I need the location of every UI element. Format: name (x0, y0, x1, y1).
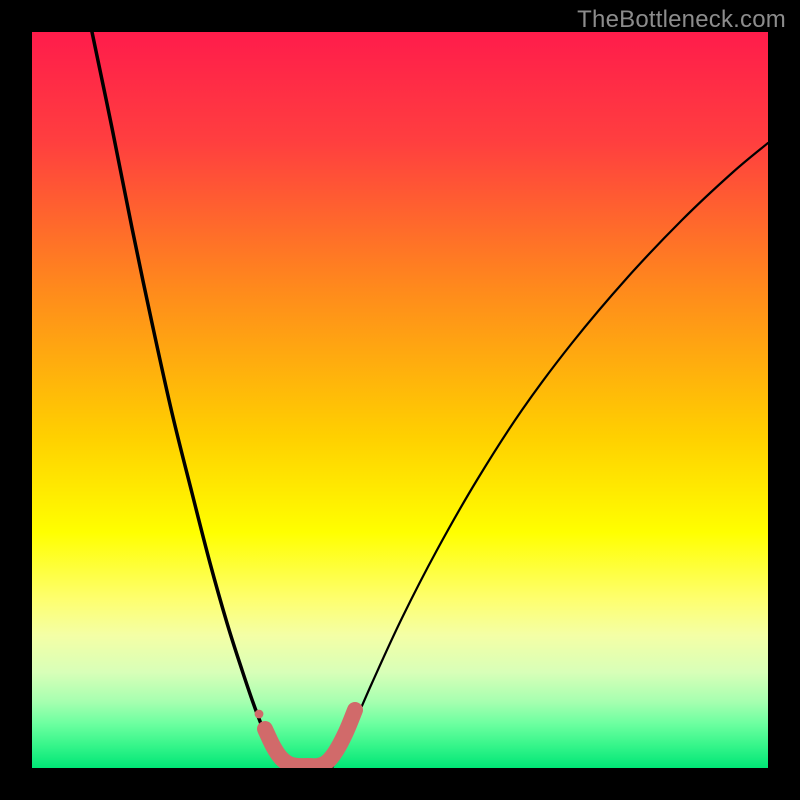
chart-frame: TheBottleneck.com (0, 0, 800, 800)
plot-area (32, 32, 768, 768)
gradient-background (32, 32, 768, 768)
watermark-label: TheBottleneck.com (577, 6, 786, 34)
chart-svg (32, 32, 768, 768)
highlight-dot (255, 710, 264, 719)
